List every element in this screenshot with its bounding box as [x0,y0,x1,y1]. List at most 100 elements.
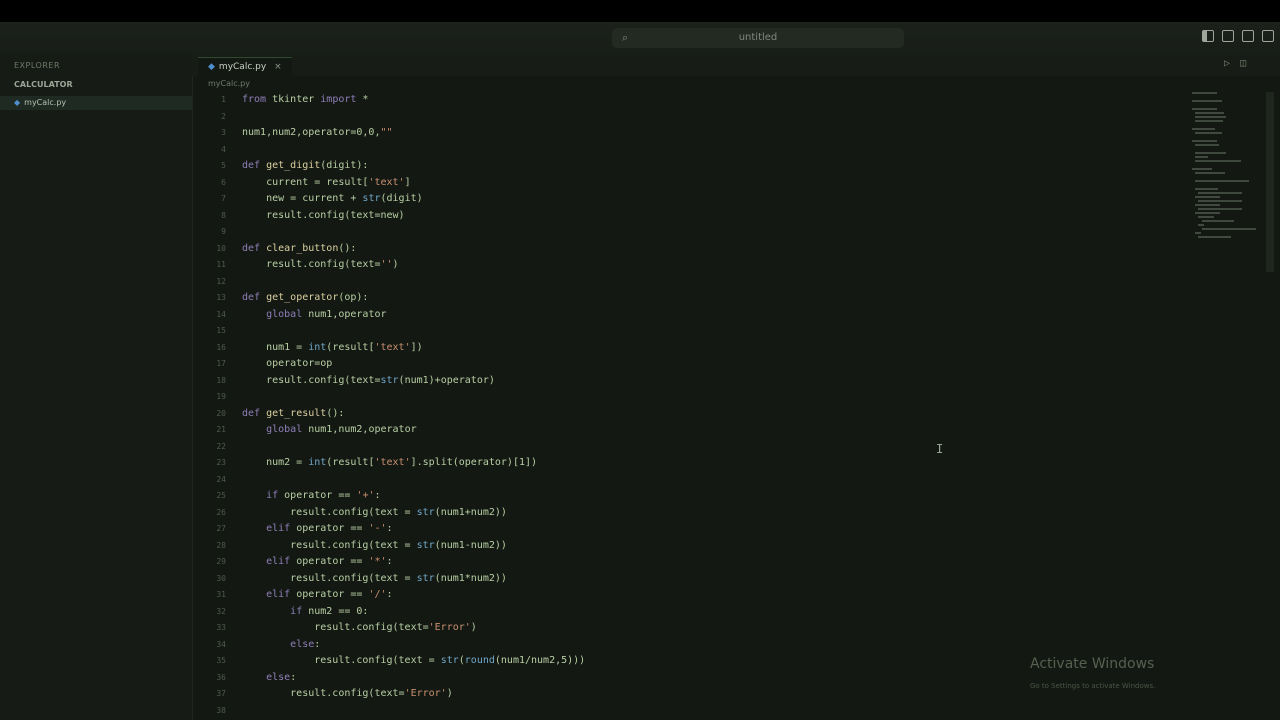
code-line[interactable]: 9 [192,224,1192,241]
code-text: result.config(text=str(num1)+operator) [242,374,495,386]
minimap-line [1198,200,1242,202]
line-number: 30 [216,573,226,583]
code-line[interactable]: 30 result.config(text = str(num1*num2)) [192,571,1192,588]
code-line[interactable]: 22 [192,439,1192,456]
code-text: result.config(text = str(num1-num2)) [242,539,507,551]
minimap-line [1195,120,1223,122]
line-number: 9 [221,227,226,236]
minimap-line [1201,220,1234,222]
code-text: new = current + str(digit) [242,193,423,204]
code-line[interactable]: 21 global num1,num2,operator [192,422,1192,439]
code-line[interactable]: 8 result.config(text=new) [192,208,1192,225]
minimap-line [1195,156,1209,158]
code-text: elif operator == '*': [266,556,393,567]
minimap-line [1195,188,1218,190]
code-editor[interactable]: 1 from tkinter import * 2 3 num1,num2,operat… [192,92,1192,720]
code-text: global num1,num2,operator [266,424,417,435]
code-line[interactable]: 1 from tkinter import * [192,92,1192,109]
activate-windows-subtitle: Go to Settings to activate Windows. [1030,682,1156,690]
editor-scrollbar[interactable] [1266,92,1274,272]
minimap-line [1198,216,1214,218]
line-number: 18 [216,375,226,385]
code-line[interactable]: 10 def clear_button(): [192,241,1192,258]
line-number: 11 [216,260,226,269]
line-number: 1 [221,95,226,104]
tab-mycalc[interactable]: ◆ myCalc.py × [198,57,292,77]
code-text: global num1,operator [266,308,387,320]
line-number: 8 [221,210,226,220]
minimap-line [1192,168,1213,170]
code-line[interactable]: 4 [192,142,1192,159]
code-line[interactable]: 23 num2 = int(result['text'].split(opera… [192,455,1192,472]
code-line[interactable]: 2 [192,109,1192,126]
file-item-mycalc[interactable]: ◆ myCalc.py [0,96,192,110]
minimap-line [1192,100,1222,102]
code-line[interactable]: 28 result.config(text = str(num1-num2)) [192,538,1192,555]
code-text: def get_digit(digit): [242,160,369,171]
code-line[interactable]: 31 elif operator == '/': [192,587,1192,604]
line-number: 29 [216,557,226,566]
python-file-icon: ◆ [208,62,215,72]
line-number: 13 [216,293,226,302]
toggle-sidebar-icon[interactable] [1202,30,1214,42]
line-number: 24 [216,474,226,484]
code-text: current = result['text'] [242,176,411,188]
minimap-line [1195,196,1221,198]
folder-calculator[interactable]: CALCULATOR [14,80,73,89]
code-line[interactable]: 25 if operator == '+': [192,488,1192,505]
line-number: 21 [216,425,226,434]
line-number: 10 [216,243,226,253]
minimap-line [1195,132,1222,134]
code-line[interactable]: 3 num1,num2,operator=0,0,"" [192,125,1192,142]
toggle-secondary-sidebar-icon[interactable] [1242,30,1254,42]
close-tab-icon[interactable]: × [274,62,282,72]
code-line[interactable]: 16 num1 = int(result['text']) [192,340,1192,357]
code-line[interactable]: 17 operator=op [192,356,1192,373]
code-line[interactable]: 5 def get_digit(digit): [192,158,1192,175]
activate-windows-title: Activate Windows [1030,656,1155,672]
line-number: 4 [221,144,226,154]
run-icon[interactable]: ▷ [1224,58,1230,69]
code-line[interactable]: 14 global num1,operator [192,307,1192,324]
code-line[interactable]: 34 else: [192,637,1192,654]
code-text: num1,num2,operator=0,0,"" [242,127,393,138]
code-line[interactable]: 18 result.config(text=str(num1)+operator… [192,373,1192,390]
code-line[interactable]: 13 def get_operator(op): [192,290,1192,307]
code-line[interactable]: 38 [192,703,1192,720]
code-line[interactable]: 20 def get_result(): [192,406,1192,423]
code-line[interactable]: 32 if num2 == 0: [192,604,1192,621]
code-line[interactable]: 33 result.config(text='Error') [192,620,1192,637]
minimap[interactable] [1192,92,1262,262]
code-line[interactable]: 12 [192,274,1192,291]
line-number: 27 [216,524,226,533]
code-line[interactable]: 27 elif operator == '-': [192,521,1192,538]
minimap-line [1198,236,1231,238]
minimap-line [1195,204,1221,206]
code-text: result.config(text='Error') [242,622,477,633]
line-number: 34 [216,639,226,649]
code-text: num2 = int(result['text'].split(operator… [242,457,538,468]
line-number: 5 [221,161,226,170]
code-text: num1 = int(result['text']) [242,341,423,353]
code-line[interactable]: 6 current = result['text'] [192,175,1192,192]
customize-layout-icon[interactable] [1262,30,1274,42]
code-text: def get_operator(op): [242,292,369,303]
line-number: 14 [216,309,226,319]
code-line[interactable]: 15 [192,323,1192,340]
explorer-title: EXPLORER [14,61,60,70]
code-line[interactable]: 29 elif operator == '*': [192,554,1192,571]
toggle-panel-icon[interactable] [1222,30,1234,42]
line-number: 38 [216,705,226,715]
split-editor-icon[interactable]: ◫ [1240,58,1246,69]
command-search-box[interactable]: ⌕ untitled [612,28,904,48]
code-text: result.config(text = str(num1+num2)) [242,506,507,518]
title-bar: ⌕ untitled [0,22,1280,55]
tab-label: myCalc.py [218,62,267,72]
code-line[interactable]: 7 new = current + str(digit) [192,191,1192,208]
code-text: result.config(text=new) [242,209,405,221]
code-line[interactable]: 24 [192,472,1192,489]
breadcrumb[interactable]: myCalc.py [208,79,250,88]
code-line[interactable]: 26 result.config(text = str(num1+num2)) [192,505,1192,522]
code-line[interactable]: 11 result.config(text='') [192,257,1192,274]
code-line[interactable]: 19 [192,389,1192,406]
